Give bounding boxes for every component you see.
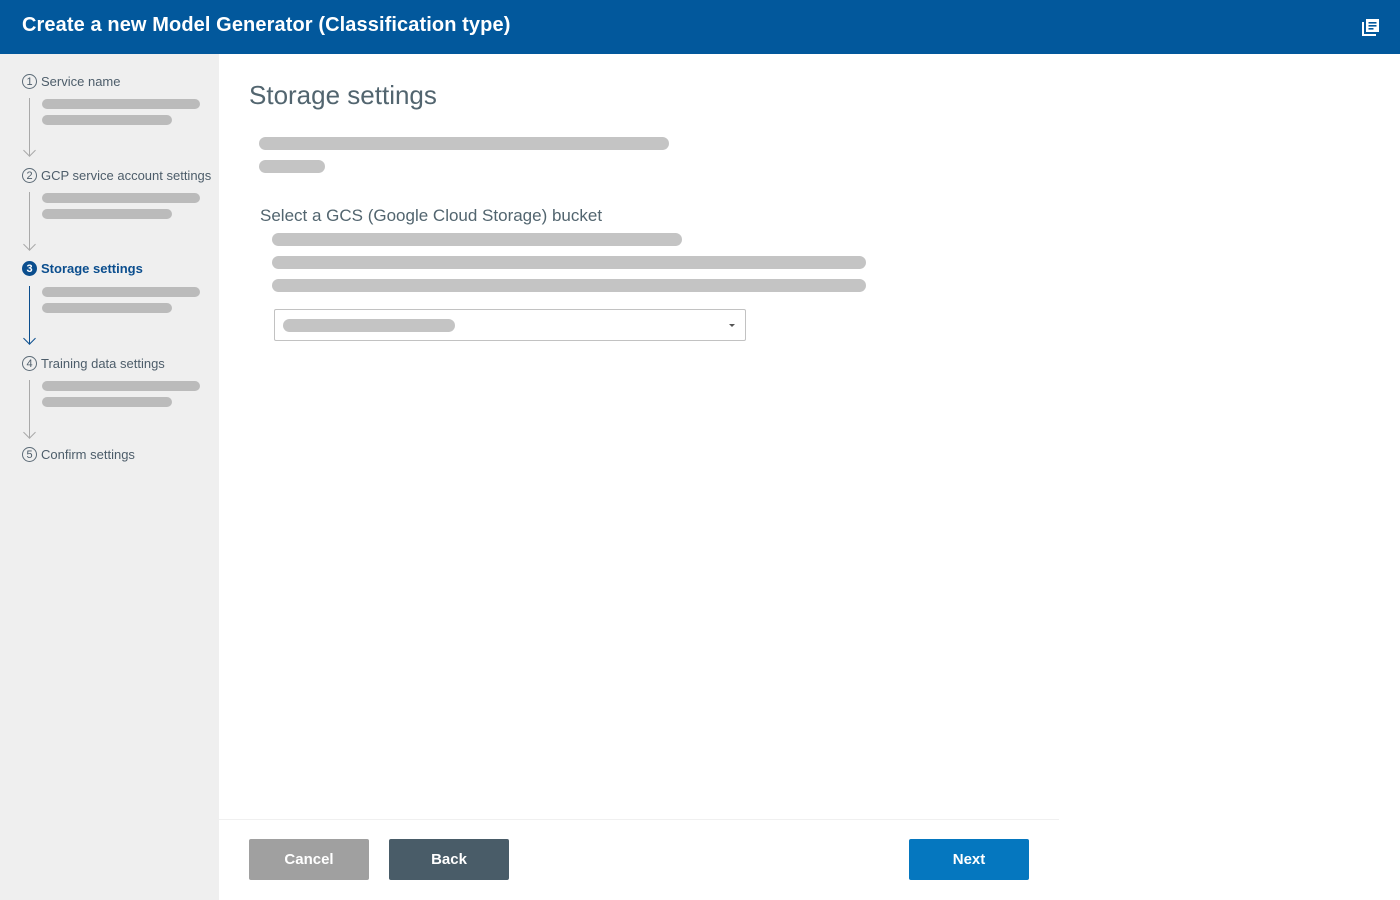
placeholder-line <box>42 381 200 391</box>
step-label: GCP service account settings <box>41 168 212 183</box>
placeholder-line <box>42 115 172 125</box>
step-label: Training data settings <box>41 356 165 371</box>
arrow-down-icon <box>23 426 36 439</box>
step-label: Storage settings <box>41 261 143 276</box>
bucket-section-label: Select a GCS (Google Cloud Storage) buck… <box>260 206 603 225</box>
next-button[interactable]: Next <box>909 839 1029 880</box>
app-header: Create a new Model Generator (Classifica… <box>0 0 1400 54</box>
placeholder-line <box>42 99 200 109</box>
cancel-button[interactable]: Cancel <box>249 839 369 880</box>
dropdown-caret-icon <box>729 324 735 327</box>
page-title: Storage settings <box>249 80 437 110</box>
step-service-name[interactable]: 1 Service name <box>22 74 120 89</box>
gcs-bucket-select[interactable] <box>274 309 746 341</box>
wizard-steps-sidebar: 1 Service name 2 GCP service account set… <box>0 54 219 900</box>
placeholder-line <box>259 137 669 150</box>
arrow-down-icon <box>23 238 36 251</box>
step-confirm-settings[interactable]: 5 Confirm settings <box>22 447 135 462</box>
step-training-data[interactable]: 4 Training data settings <box>22 356 165 371</box>
documents-icon[interactable] <box>1362 18 1380 36</box>
placeholder-line <box>272 233 682 246</box>
arrow-down-icon <box>23 332 36 345</box>
placeholder-line <box>42 209 172 219</box>
step-number: 4 <box>22 356 37 371</box>
page-header-title: Create a new Model Generator (Classifica… <box>22 14 511 36</box>
step-gcp-service-account[interactable]: 2 GCP service account settings <box>22 168 211 183</box>
select-value-placeholder <box>283 319 455 332</box>
placeholder-line <box>272 279 866 292</box>
step-number: 2 <box>22 168 37 183</box>
step-label: Service name <box>41 74 121 89</box>
placeholder-line <box>42 287 200 297</box>
placeholder-line <box>42 397 172 407</box>
step-label: Confirm settings <box>41 447 135 462</box>
footer-divider <box>219 819 1059 820</box>
placeholder-line <box>272 256 866 269</box>
back-button[interactable]: Back <box>389 839 509 880</box>
placeholder-line <box>42 303 172 313</box>
placeholder-line <box>259 160 325 173</box>
arrow-down-icon <box>23 144 36 157</box>
placeholder-line <box>42 193 200 203</box>
step-number: 1 <box>22 74 37 89</box>
step-storage-settings[interactable]: 3 Storage settings <box>22 261 143 276</box>
step-number: 5 <box>22 447 37 462</box>
step-number: 3 <box>22 261 37 276</box>
